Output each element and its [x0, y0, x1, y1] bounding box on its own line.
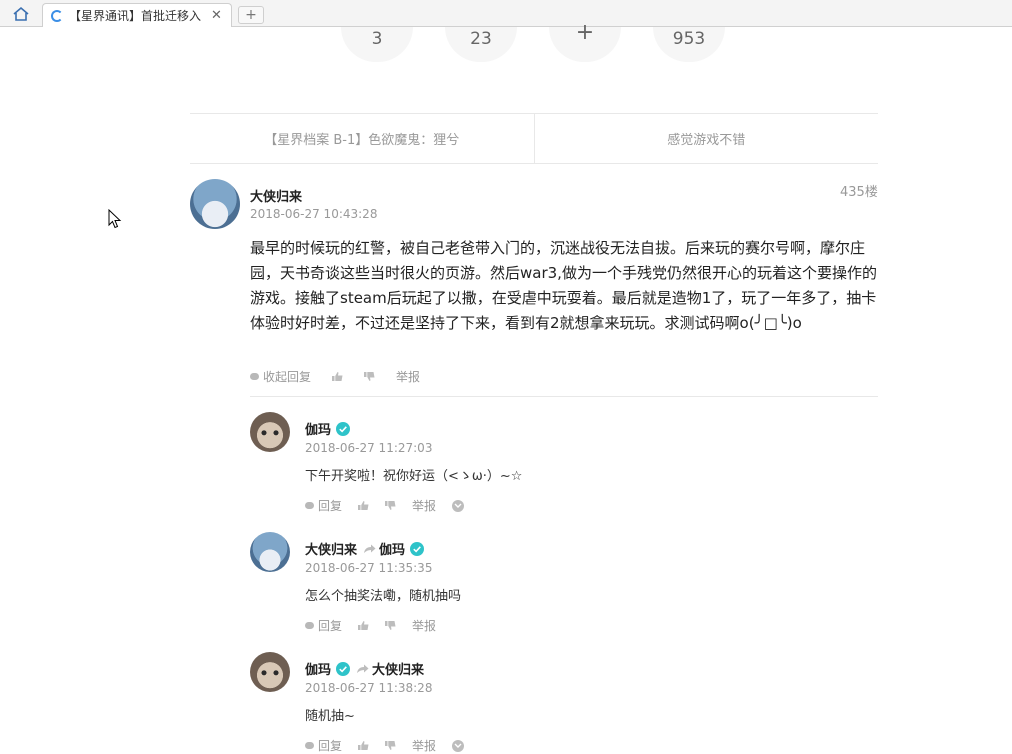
thumbs-up-icon: [358, 741, 369, 750]
reply-1-text: 下午开奖啦！祝你好运（<ゝω·）~☆: [305, 469, 523, 484]
loading-spinner-icon: [51, 9, 63, 22]
comment-text: 最早的时候玩的红警，被自己老爸带入门的，沉迷战役无法自拔。后来玩的赛尔号啊，摩尔…: [250, 239, 877, 332]
comment-actions: 收起回复 举报: [250, 368, 420, 385]
reply-3-target-user[interactable]: 大侠归来: [372, 663, 424, 678]
stat-add[interactable]: +: [549, 20, 621, 62]
like-button[interactable]: [332, 372, 343, 381]
thumbs-up-icon: [358, 621, 369, 630]
reply-label: 回复: [318, 499, 343, 513]
more-options-button[interactable]: [452, 499, 465, 512]
reply-3-username-line: 伽玛 大侠归来: [305, 659, 424, 678]
reply-1-username[interactable]: 伽玛: [305, 423, 331, 438]
like-button[interactable]: [358, 621, 369, 630]
comment-bubble-icon: [250, 373, 259, 380]
reply-1-actions: 回复 举报: [305, 497, 465, 514]
floor-number: 435楼: [840, 185, 878, 200]
verified-badge-icon: [410, 542, 425, 556]
dislike-button[interactable]: [385, 501, 396, 510]
reply-button[interactable]: 回复: [305, 617, 342, 634]
verified-badge-icon: [336, 422, 351, 436]
reply-arrow-icon: [357, 664, 369, 673]
reply-1-username-line: 伽玛: [305, 419, 351, 438]
comment-time: 2018-06-27 10:43:28: [250, 207, 378, 221]
thumbs-down-icon: [385, 501, 396, 510]
reply-2-username-line: 大侠归来 伽玛: [305, 539, 425, 558]
chevron-down-icon: [454, 743, 462, 748]
reply-2-text: 怎么个抽奖法嘞，随机抽吗: [305, 589, 462, 604]
browser-tabbar: 【星界通讯】首批迁移入 ✕ +: [0, 0, 1012, 27]
report-button[interactable]: 举报: [396, 368, 420, 385]
mouse-cursor-icon: [108, 209, 122, 229]
comment-bubble-icon: [305, 502, 314, 509]
report-button[interactable]: 举报: [412, 617, 436, 634]
comment-bubble-icon: [305, 742, 314, 749]
stat-count-1[interactable]: 3: [341, 27, 413, 62]
thumbs-down-icon: [385, 741, 396, 750]
new-tab-button[interactable]: +: [238, 6, 264, 24]
dislike-button[interactable]: [364, 372, 375, 381]
thumbs-down-icon: [385, 621, 396, 630]
reply-2-target-user[interactable]: 伽玛: [379, 543, 405, 558]
chevron-down-icon: [454, 503, 462, 508]
comment-username[interactable]: 大侠归来: [250, 186, 302, 205]
reply-button[interactable]: 回复: [305, 497, 342, 514]
home-icon: [13, 6, 29, 21]
next-article-link[interactable]: 感觉游戏不错: [533, 114, 879, 163]
dislike-button[interactable]: [385, 741, 396, 750]
reply-label: 回复: [318, 739, 343, 753]
avatar[interactable]: [190, 179, 240, 229]
stat-count-2[interactable]: 23: [445, 27, 517, 62]
like-button[interactable]: [358, 501, 369, 510]
reply-button[interactable]: 回复: [305, 737, 342, 754]
reply-1-time: 2018-06-27 11:27:03: [305, 441, 433, 455]
reply-3-actions: 回复 举报: [305, 737, 465, 754]
thumbs-up-icon: [358, 501, 369, 510]
avatar[interactable]: [250, 652, 290, 692]
reply-3-username[interactable]: 伽玛: [305, 663, 331, 678]
close-icon[interactable]: ✕: [211, 9, 222, 22]
comment-bubble-icon: [305, 622, 314, 629]
reply-2-username[interactable]: 大侠归来: [305, 543, 357, 558]
browser-tab-active[interactable]: 【星界通讯】首批迁移入 ✕: [42, 3, 232, 27]
tab-title: 【星界通讯】首批迁移入: [69, 9, 202, 23]
report-button[interactable]: 举报: [412, 737, 436, 754]
reply-3-text: 随机抽~: [305, 709, 355, 724]
thumbs-up-icon: [332, 372, 343, 381]
avatar[interactable]: [250, 412, 290, 452]
replies-divider: [250, 396, 878, 397]
thumbs-down-icon: [364, 372, 375, 381]
reply-label: 回复: [318, 619, 343, 633]
article-nav: 【星界档案 B-1】色欲魔鬼：狸兮 感觉游戏不错: [190, 113, 878, 164]
reply-2-time: 2018-06-27 11:35:35: [305, 561, 433, 575]
reply-arrow-icon: [364, 544, 376, 553]
stat-count-4[interactable]: 953: [653, 27, 725, 62]
dislike-button[interactable]: [385, 621, 396, 630]
avatar[interactable]: [250, 532, 290, 572]
report-button[interactable]: 举报: [412, 497, 436, 514]
collapse-replies-label: 收起回复: [263, 370, 312, 384]
reply-2-actions: 回复 举报: [305, 617, 436, 634]
reply-3-time: 2018-06-27 11:38:28: [305, 681, 433, 695]
more-options-button[interactable]: [452, 739, 465, 752]
prev-article-link[interactable]: 【星界档案 B-1】色欲魔鬼：狸兮: [190, 114, 534, 163]
home-button[interactable]: [8, 3, 34, 25]
collapse-replies-button[interactable]: 收起回复: [250, 368, 311, 385]
like-button[interactable]: [358, 741, 369, 750]
verified-badge-icon: [336, 662, 351, 676]
